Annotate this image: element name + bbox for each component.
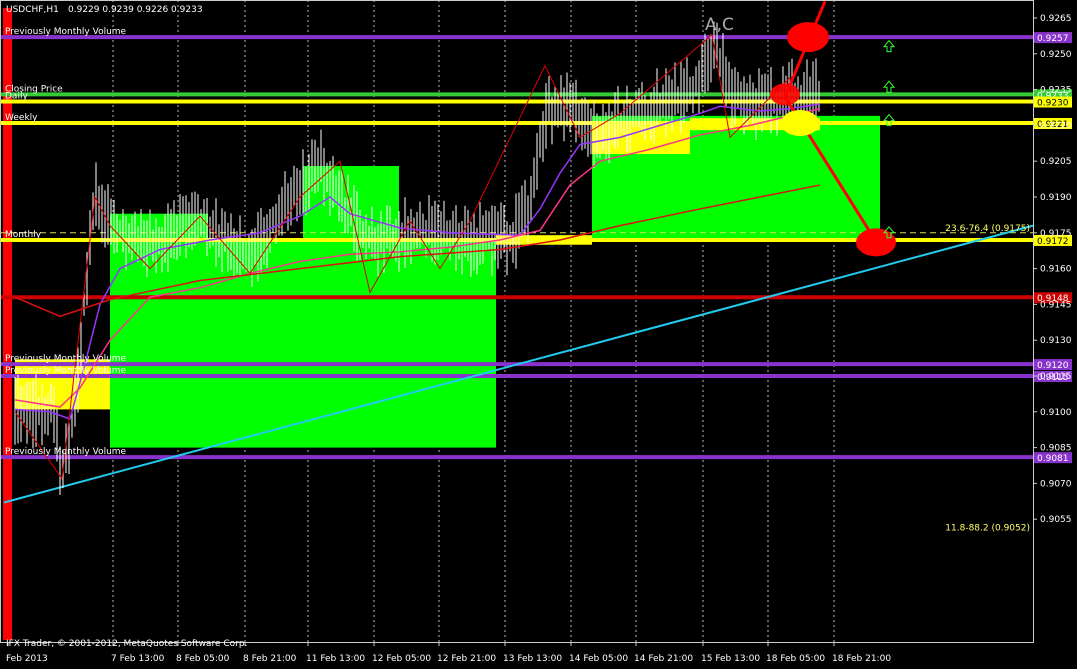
level-label: Previously Monthly Volume — [5, 354, 127, 364]
level-label: Previously Monthly Volume — [5, 366, 127, 376]
y-tick-label: 0.9265 — [1040, 14, 1072, 24]
x-tick-label: 11 Feb 13:00 — [306, 654, 365, 664]
price-chart[interactable]: Previously Monthly VolumeClosing PriceDa… — [0, 0, 1077, 669]
level-label: Daily — [5, 92, 28, 102]
price-tag-text: 0.9081 — [1037, 454, 1069, 464]
x-tick-label: 18 Feb 05:00 — [766, 654, 825, 664]
x-tick-label: 7 Feb 13:00 — [111, 654, 165, 664]
level-label: Weekly — [5, 113, 38, 123]
price-tag-text: 0.9230 — [1037, 99, 1069, 109]
y-tick-label: 0.9160 — [1040, 265, 1072, 275]
y-tick-label: 0.9175 — [1040, 229, 1072, 239]
forecast-circle-mid — [770, 83, 800, 106]
fib-label: 11.8-88.2 (0.9052) — [945, 523, 1030, 533]
volume-box — [399, 239, 496, 448]
annotation-ac: A,C — [705, 15, 734, 35]
y-tick-label: 0.9070 — [1040, 479, 1072, 489]
x-tick-label: Feb 2013 — [6, 654, 48, 664]
y-tick-label: 0.9250 — [1040, 50, 1072, 60]
header-symbol: USDCHF,H1 — [6, 5, 59, 15]
x-tick-label: 14 Feb 21:00 — [634, 654, 693, 664]
footer-copyright: IFX Trader, © 2001-2012, MetaQuotes Soft… — [6, 639, 247, 649]
price-tag-text: 0.9257 — [1037, 34, 1069, 44]
y-tick-label: 0.9235 — [1040, 86, 1072, 96]
header-ohlc: 0.9229 0.9239 0.9226 0.9233 — [68, 5, 203, 15]
x-tick-label: 15 Feb 13:00 — [701, 654, 760, 664]
y-tick-label: 0.9115 — [1040, 372, 1072, 382]
y-tick-label: 0.9190 — [1040, 193, 1072, 203]
y-tick-label: 0.9055 — [1040, 515, 1072, 525]
x-tick-label: 12 Feb 21:00 — [437, 654, 496, 664]
y-tick-label: 0.9130 — [1040, 336, 1072, 346]
x-tick-label: 12 Feb 05:00 — [372, 654, 431, 664]
forecast-circle-bottom — [856, 228, 896, 257]
level-label: Monthly — [5, 230, 42, 240]
y-tick-label: 0.9100 — [1040, 408, 1072, 418]
y-tick-label: 0.9085 — [1040, 444, 1072, 454]
y-tick-label: 0.9220 — [1040, 121, 1072, 131]
y-tick-label: 0.9145 — [1040, 300, 1072, 310]
x-tick-label: 14 Feb 05:00 — [569, 654, 628, 664]
fib-label: 23.6-76.4 (0.9175) — [945, 224, 1030, 234]
x-tick-label: 13 Feb 13:00 — [503, 654, 562, 664]
forecast-circle-yellow — [781, 110, 819, 137]
forecast-circle-top — [787, 22, 829, 53]
level-label: Previously Monthly Volume — [5, 447, 127, 457]
price-tag-text: 0.9120 — [1037, 361, 1069, 371]
x-tick-label: 8 Feb 05:00 — [176, 654, 230, 664]
highlight-box — [592, 123, 690, 155]
x-tick-label: 8 Feb 21:00 — [243, 654, 297, 664]
x-tick-label: 18 Feb 21:00 — [832, 654, 891, 664]
y-tick-label: 0.9205 — [1040, 157, 1072, 167]
level-label: Previously Monthly Volume — [5, 27, 127, 37]
